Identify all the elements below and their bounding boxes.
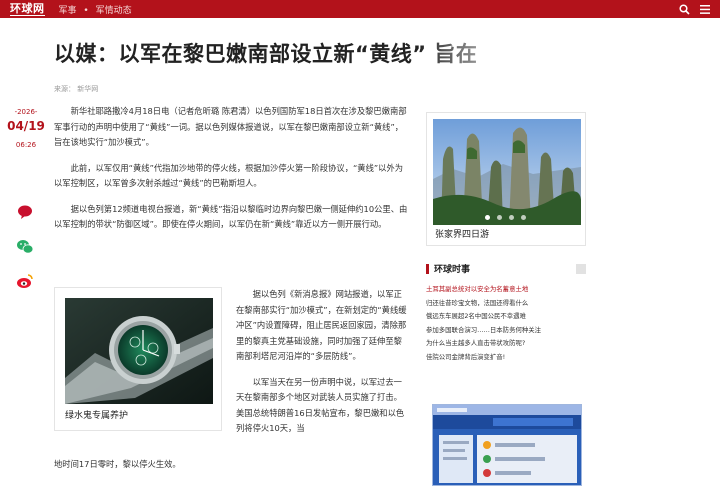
breadcrumb: 军事 • 军情动态 <box>59 3 132 16</box>
menu-icon[interactable] <box>700 4 710 14</box>
article-paragraph-5: 以军当天在另一份声明中说，以军过去一天在黎南部多个地区对武装人员实施了打击。美国… <box>236 376 405 434</box>
article-title: 以媒：以军在黎巴嫩南部设立新“黄线” 旨在 <box>54 42 478 66</box>
global-news-panel: 环球时事 土耳其副总统对以安全为名蓄意土地 归还往昔珍宝文物，法国还得看什么 俄… <box>426 262 586 392</box>
news-item[interactable]: 归还往昔珍宝文物，法国还得看什么 <box>426 297 586 311</box>
wechat-icon[interactable] <box>16 238 34 256</box>
news-panel-title: 环球时事 <box>434 265 471 275</box>
article-paragraph-3: 据以色列第12频道电视台报道，新“黄线”指沿以黎临时边界向黎巴嫩一侧延伸约10公… <box>54 203 408 230</box>
article-last-line: 地时间17日零时，黎以停火生效。 <box>54 459 181 469</box>
publish-month-day: 04/19 <box>7 119 45 133</box>
article-paragraph-1: 新华社耶路撒冷4月18日电（记者危昕璐 陈君清）以色列国防军18日首次在涉及黎巴… <box>54 106 407 147</box>
article-source: 来源： 新华网 <box>54 85 99 93</box>
publish-time: 06:26 <box>15 141 37 149</box>
watch-ad-image[interactable] <box>65 298 213 404</box>
carousel-dots[interactable] <box>485 215 526 220</box>
breadcrumb-military[interactable]: 军事 <box>59 6 77 16</box>
article-wrap-text: 据以色列《新消息报》网站报道，以军正在黎南部实行“加沙模式”，在新划定的“黄线缓… <box>236 287 410 447</box>
news-list: 土耳其副总统对以安全为名蓄意土地 归还往昔珍宝文物，法国还得看什么 俄远东车展超… <box>426 283 586 364</box>
carousel-dot[interactable] <box>485 215 490 220</box>
travel-ad-caption[interactable]: 张家界四日游 <box>435 227 489 240</box>
news-item[interactable]: 为什么当主越多人直击带状攻防呢? <box>426 337 586 351</box>
carousel-dot[interactable] <box>521 215 526 220</box>
top-nav-bar: 环球网 军事 • 军情动态 <box>0 0 720 18</box>
weibo-icon[interactable] <box>16 272 34 290</box>
article-paragraph-2: 此前，以军仅用“黄线”代指加沙地带的停火线，根据加沙停火第一阶段协议，“黄线”以… <box>54 162 404 189</box>
breadcrumb-military-news[interactable]: 军情动态 <box>96 6 132 16</box>
header-accent-bar <box>426 263 429 274</box>
publish-year: -2026- <box>14 108 38 116</box>
article-paragraph-4: 据以色列《新消息报》网站报道，以军正在黎南部实行“加沙模式”，在新划定的“黄线缓… <box>236 289 407 361</box>
news-panel-square <box>576 263 586 274</box>
news-item[interactable]: 参加多国联合演习……日本防务何种关注 <box>426 324 586 338</box>
news-panel-header: 环球时事 <box>426 262 586 275</box>
watch-ad-caption[interactable]: 绿水鬼专属养护 <box>65 408 128 421</box>
publish-date: -2026- 04/19 06:26 <box>6 108 46 149</box>
watch-ad-card[interactable]: 绿水鬼专属养护 <box>54 287 222 431</box>
news-item[interactable]: 土耳其副总统对以安全为名蓄意土地 <box>426 283 586 297</box>
carousel-dot[interactable] <box>509 215 514 220</box>
article-body: 新华社耶路撒冷4月18日电（记者危昕璐 陈君清）以色列国防军18日首次在涉及黎巴… <box>54 104 410 243</box>
travel-ad-image[interactable] <box>433 119 581 225</box>
site-logo[interactable]: 环球网 <box>10 2 45 16</box>
search-icon[interactable] <box>679 3 690 15</box>
breadcrumb-separator: • <box>83 5 89 16</box>
software-ad-image[interactable] <box>432 404 582 486</box>
comment-icon[interactable] <box>16 203 34 221</box>
carousel-dot[interactable] <box>497 215 502 220</box>
title-fade-overlay <box>418 36 698 66</box>
news-item[interactable]: 佳院公司金牌背后演变扩音! <box>426 351 586 365</box>
travel-ad-card[interactable]: 张家界四日游 <box>426 112 586 246</box>
news-item[interactable]: 俄远东车展超2名中国公民不幸遇难 <box>426 310 586 324</box>
